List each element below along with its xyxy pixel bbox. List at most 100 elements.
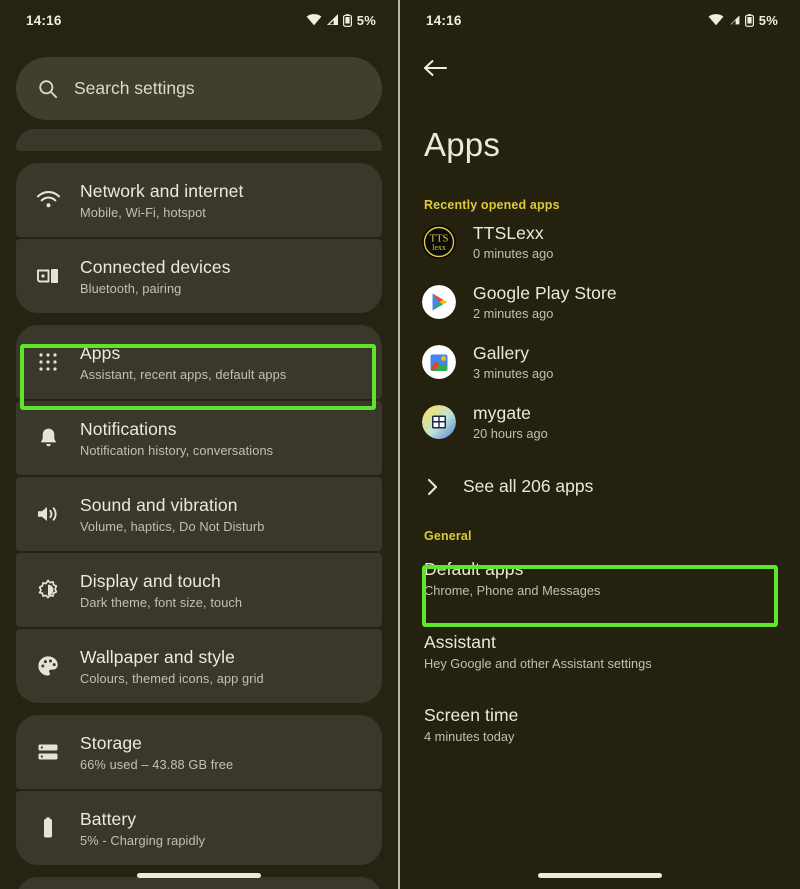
general-item-title: Screen time xyxy=(424,705,519,725)
bell-icon xyxy=(16,427,80,449)
section-label-recently-opened: Recently opened apps xyxy=(424,198,560,212)
settings-item-subtitle: Volume, haptics, Do Not Disturb xyxy=(80,518,265,534)
settings-item-notifications[interactable]: Notifications Notification history, conv… xyxy=(16,401,382,475)
settings-item-display-and-touch[interactable]: Display and touch Dark theme, font size,… xyxy=(16,553,382,627)
settings-item-title: Network and internet xyxy=(80,180,244,201)
recent-app-time: 20 hours ago xyxy=(473,426,548,441)
search-icon xyxy=(38,79,58,99)
partial-card-stub-bottom[interactable] xyxy=(16,877,382,889)
home-indicator-left xyxy=(137,873,261,878)
general-item-title: Assistant xyxy=(424,632,496,652)
back-button[interactable] xyxy=(400,40,800,96)
battery-icon xyxy=(342,13,352,27)
recent-app-name: mygate xyxy=(473,403,531,423)
recent-app-time: 0 minutes ago xyxy=(473,246,554,261)
apps-grid-icon xyxy=(16,352,80,372)
battery-percent-label: 5% xyxy=(356,12,376,28)
battery-icon xyxy=(744,13,754,27)
brightness-icon xyxy=(16,579,80,601)
status-bar-indicators: 5% xyxy=(708,13,778,28)
recent-app-meta: Google Play Store 2 minutes ago xyxy=(473,283,617,321)
settings-item-subtitle: Colours, themed icons, app grid xyxy=(80,670,264,686)
settings-item-battery[interactable]: Battery 5% - Charging rapidly xyxy=(16,791,382,865)
settings-item-connected-devices[interactable]: Connected devices Bluetooth, pairing xyxy=(16,239,382,313)
general-item-subtitle: Chrome, Phone and Messages xyxy=(424,583,601,598)
search-settings-bar[interactable]: Search settings xyxy=(16,57,382,120)
settings-item-subtitle: Bluetooth, pairing xyxy=(80,280,182,296)
chevron-right-icon xyxy=(427,478,439,496)
general-item-subtitle: 4 minutes today xyxy=(424,729,515,744)
settings-item-title: Sound and vibration xyxy=(80,494,238,515)
dual-screenshot-container: 14:16 5% Search settings Network and int… xyxy=(0,0,800,889)
settings-item-title: Notifications xyxy=(80,418,177,439)
settings-item-text: Storage 66% used – 43.88 GB free xyxy=(80,733,245,772)
general-item-subtitle: Hey Google and other Assistant settings xyxy=(424,656,652,671)
connected-devices-icon xyxy=(16,266,80,286)
see-all-apps-button[interactable]: See all 206 apps xyxy=(400,458,800,515)
settings-item-subtitle: 5% - Charging rapidly xyxy=(80,832,206,848)
general-item-title: Default apps xyxy=(424,559,524,579)
svg-text:lexx: lexx xyxy=(432,243,446,252)
partial-card-stub[interactable] xyxy=(16,129,382,151)
settings-item-text: Display and touch Dark theme, font size,… xyxy=(80,571,254,610)
settings-item-text: Apps Assistant, recent apps, default app… xyxy=(80,343,298,382)
recent-app-name: Gallery xyxy=(473,343,530,363)
volume-icon xyxy=(16,504,80,524)
settings-item-network-and-internet[interactable]: Network and internet Mobile, Wi-Fi, hots… xyxy=(16,163,382,237)
settings-home-screen: 14:16 5% Search settings Network and int… xyxy=(0,0,400,889)
settings-item-title: Apps xyxy=(80,342,121,363)
search-input[interactable]: Search settings xyxy=(74,78,195,99)
settings-item-title: Battery xyxy=(80,808,137,829)
see-all-apps-label: See all 206 apps xyxy=(463,476,594,496)
section-label-general: General xyxy=(424,529,472,543)
settings-item-text: Notifications Notification history, conv… xyxy=(80,419,285,458)
recent-app-time: 3 minutes ago xyxy=(473,366,554,381)
recent-app-time: 2 minutes ago xyxy=(473,306,554,321)
settings-item-title: Connected devices xyxy=(80,256,231,277)
recent-app-row-mygate[interactable]: mygate 20 hours ago xyxy=(400,392,800,452)
settings-item-apps[interactable]: Apps Assistant, recent apps, default app… xyxy=(16,325,382,399)
settings-item-subtitle: Notification history, conversations xyxy=(80,442,274,458)
settings-item-storage[interactable]: Storage 66% used – 43.88 GB free xyxy=(16,715,382,789)
recent-app-name: TTSLexx xyxy=(473,223,544,243)
settings-item-title: Wallpaper and style xyxy=(80,646,235,667)
recent-app-row-google-play-store[interactable]: Google Play Store 2 minutes ago xyxy=(400,272,800,332)
status-bar-clock: 14:16 xyxy=(426,12,462,28)
back-arrow-icon[interactable] xyxy=(422,58,448,78)
page-title: Apps xyxy=(424,126,501,163)
palette-icon xyxy=(16,655,80,677)
home-indicator-right xyxy=(538,873,662,878)
general-item-assistant[interactable]: Assistant Hey Google and other Assistant… xyxy=(400,602,800,675)
settings-item-subtitle: 66% used – 43.88 GB free xyxy=(80,756,234,772)
apps-settings-screen: 14:16 5% Apps Recently opened apps TTS l… xyxy=(400,0,800,889)
settings-item-text: Network and internet Mobile, Wi-Fi, hots… xyxy=(80,181,255,220)
recent-app-meta: TTSLexx 0 minutes ago xyxy=(473,223,553,261)
settings-item-text: Wallpaper and style Colours, themed icon… xyxy=(80,647,276,686)
mygate-app-icon xyxy=(422,405,456,439)
settings-item-subtitle: Dark theme, font size, touch xyxy=(80,594,243,610)
status-bar-indicators: 5% xyxy=(306,13,376,28)
settings-item-text: Sound and vibration Volume, haptics, Do … xyxy=(80,495,276,534)
recent-app-row-gallery[interactable]: Gallery 3 minutes ago xyxy=(400,332,800,392)
general-item-screen-time[interactable]: Screen time 4 minutes today xyxy=(400,675,800,748)
settings-item-wallpaper-and-style[interactable]: Wallpaper and style Colours, themed icon… xyxy=(16,629,382,703)
status-bar-right: 14:16 5% xyxy=(400,0,800,40)
gallery-app-icon xyxy=(422,345,456,379)
settings-group-connectivity: Network and internet Mobile, Wi-Fi, hots… xyxy=(16,163,382,313)
general-item-default-apps[interactable]: Default apps Chrome, Phone and Messages xyxy=(400,543,800,602)
recent-app-meta: mygate 20 hours ago xyxy=(473,403,548,441)
recent-app-row-ttslexx[interactable]: TTS lexx TTSLexx 0 minutes ago xyxy=(400,212,800,272)
google-play-app-icon xyxy=(422,285,456,319)
wifi-icon xyxy=(306,14,322,26)
ttslexx-app-icon: TTS lexx xyxy=(422,225,456,259)
settings-item-sound-and-vibration[interactable]: Sound and vibration Volume, haptics, Do … xyxy=(16,477,382,551)
status-bar-clock: 14:16 xyxy=(26,12,62,28)
settings-item-title: Display and touch xyxy=(80,570,221,591)
recent-app-meta: Gallery 3 minutes ago xyxy=(473,343,553,381)
status-bar-left: 14:16 5% xyxy=(0,0,398,40)
cellular-signal-icon xyxy=(326,14,339,26)
settings-group-system: Storage 66% used – 43.88 GB free Battery… xyxy=(16,715,382,865)
settings-item-subtitle: Mobile, Wi-Fi, hotspot xyxy=(80,204,206,220)
settings-item-subtitle: Assistant, recent apps, default apps xyxy=(80,366,287,382)
battery-percent-label: 5% xyxy=(758,12,778,28)
